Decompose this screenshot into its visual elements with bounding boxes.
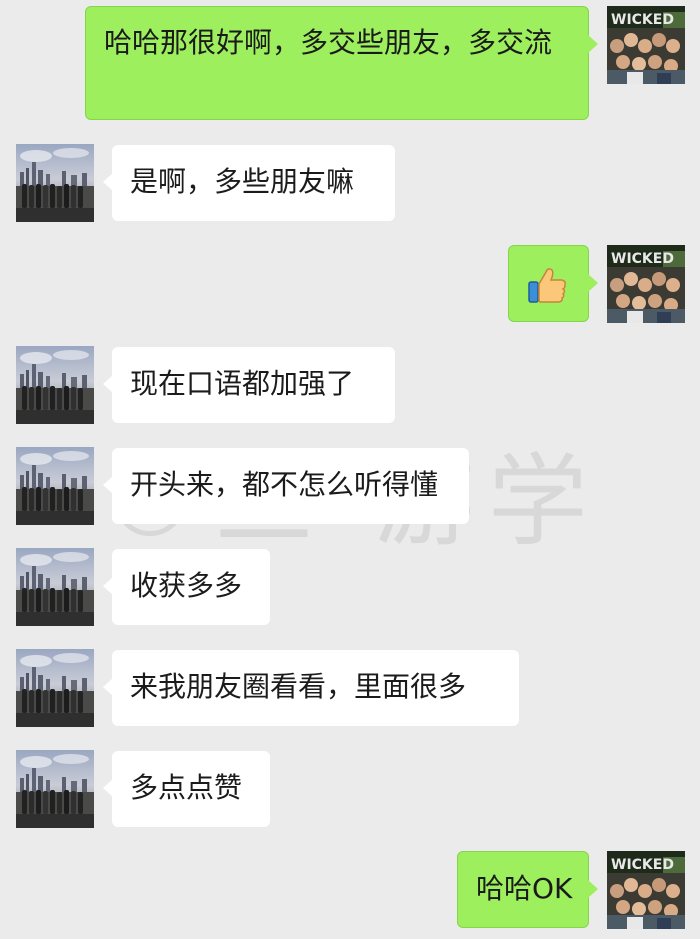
message-bubble-sent[interactable]: 哈哈那很好啊，多交些朋友，多交流 — [85, 6, 598, 120]
message-bubble-sent[interactable]: 哈哈OK — [457, 851, 598, 928]
message-bubble-received[interactable]: 收获多多 — [103, 549, 270, 625]
message-bubble-received[interactable]: 来我朋友圈看看，里面很多 — [103, 650, 519, 726]
avatar-sign-text: WICKED — [611, 857, 674, 873]
avatar-received[interactable] — [16, 447, 94, 525]
avatar-received[interactable] — [16, 649, 94, 727]
avatar-received[interactable] — [16, 144, 94, 222]
avatar-received[interactable] — [16, 750, 94, 828]
avatar-received[interactable] — [16, 346, 94, 424]
avatar-sent[interactable]: WICKED — [607, 6, 685, 84]
avatar-sent[interactable]: WICKED — [607, 245, 685, 323]
message-bubble-received[interactable]: 现在口语都加强了 — [103, 347, 395, 423]
thumbs-up-icon — [528, 268, 566, 303]
avatar-sign-text: WICKED — [611, 251, 674, 267]
message-bubble-received[interactable]: 是啊，多些朋友嘛 — [103, 145, 395, 221]
avatar-sign-text: WICKED — [611, 12, 674, 28]
message-bubble-sent-emoji[interactable] — [508, 245, 598, 322]
avatar-received[interactable] — [16, 548, 94, 626]
message-bubble-received[interactable]: 多点点赞 — [103, 751, 270, 827]
avatar-sent[interactable]: WICKED — [607, 851, 685, 929]
message-bubble-received[interactable]: 开头来，都不怎么听得懂 — [103, 448, 469, 524]
